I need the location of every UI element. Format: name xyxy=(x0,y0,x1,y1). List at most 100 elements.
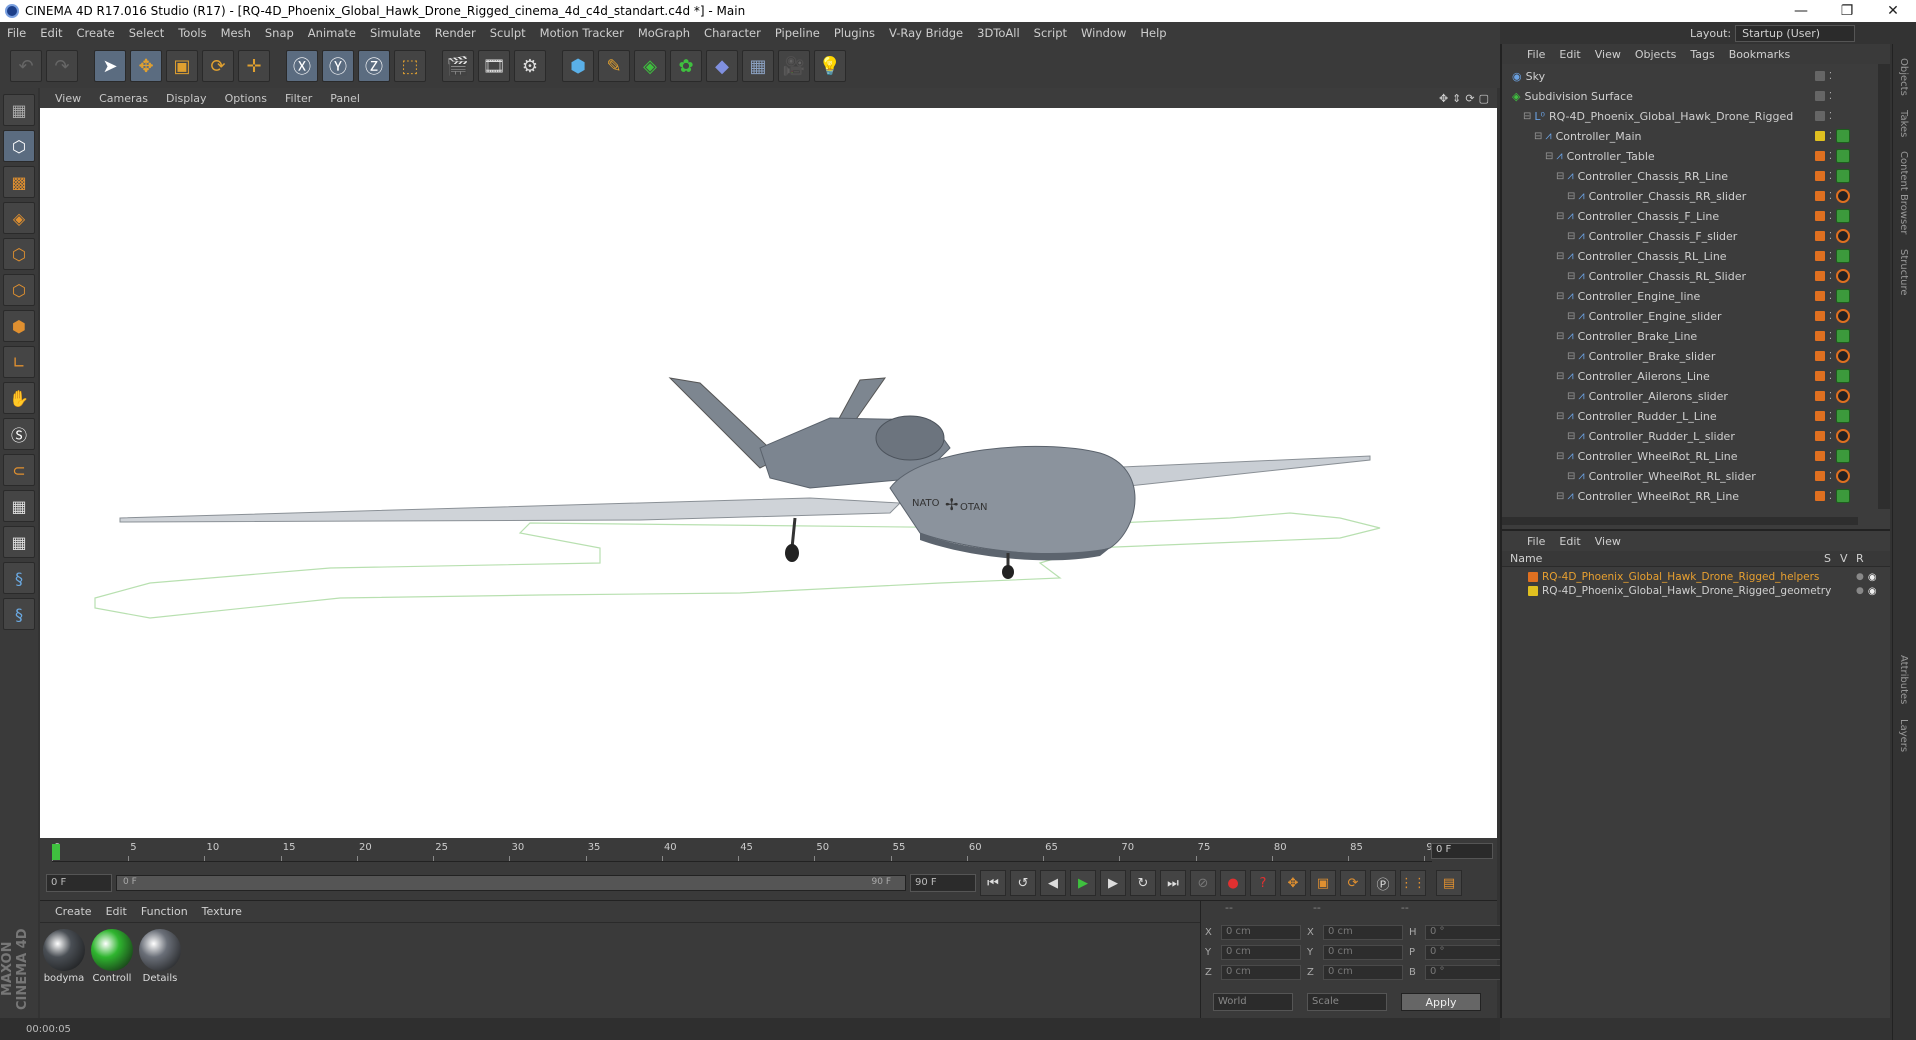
menu-character[interactable]: Character xyxy=(697,26,768,40)
menu-v-ray-bridge[interactable]: V-Ray Bridge xyxy=(882,26,970,40)
layer-menu-file[interactable]: File xyxy=(1520,535,1552,548)
tree-expand-icon[interactable]: ⊟ xyxy=(1567,431,1575,442)
object-tree-row[interactable]: ◉ Sky ⁚ xyxy=(1502,66,1858,86)
protection-tag-icon[interactable] xyxy=(1836,229,1850,243)
layer-color-swatch[interactable] xyxy=(1814,191,1825,201)
layout-value[interactable]: Startup (User) xyxy=(1735,25,1856,42)
viewport-menu-display[interactable]: Display xyxy=(157,92,216,105)
display-tag-icon[interactable] xyxy=(1836,329,1850,343)
visibility-dots-icon[interactable]: ⁚ xyxy=(1829,171,1832,182)
key-param-icon[interactable]: Ⓟ xyxy=(1370,870,1396,896)
layer-color-swatch[interactable] xyxy=(1814,251,1825,261)
light-icon[interactable]: 💡 xyxy=(814,50,846,82)
object-tree-row[interactable]: ⊟ ⩘ Controller_Brake_slider ⁚ xyxy=(1502,346,1858,366)
menu-file[interactable]: File xyxy=(0,26,33,40)
record-icon[interactable]: ● xyxy=(1220,870,1246,896)
layer-color-swatch[interactable] xyxy=(1814,471,1825,481)
tree-expand-icon[interactable]: ⊟ xyxy=(1556,451,1564,462)
tree-expand-icon[interactable]: ⊟ xyxy=(1556,291,1564,302)
protection-tag-icon[interactable] xyxy=(1836,389,1850,403)
next-key-icon[interactable]: ↻ xyxy=(1130,870,1156,896)
tree-expand-icon[interactable]: ⊟ xyxy=(1567,471,1575,482)
x-axis-icon[interactable]: Ⓧ xyxy=(286,50,318,82)
tree-expand-icon[interactable]: ⊟ xyxy=(1567,391,1575,402)
object-tree-row[interactable]: ⊟ ⩘ Controller_Engine_line ⁚ xyxy=(1502,286,1858,306)
object-tree-row[interactable]: ◈ Subdivision Surface ⁚ xyxy=(1502,86,1858,106)
layer-color-swatch[interactable] xyxy=(1814,171,1825,181)
menu-plugins[interactable]: Plugins xyxy=(827,26,882,40)
menu-sculpt[interactable]: Sculpt xyxy=(483,26,533,40)
layer-color-swatch[interactable] xyxy=(1528,572,1538,582)
side-tab-takes[interactable]: Takes xyxy=(1898,110,1909,137)
camera-icon[interactable]: 🎥 xyxy=(778,50,810,82)
play-icon[interactable]: ▶ xyxy=(1070,870,1096,896)
tree-expand-icon[interactable]: ⊟ xyxy=(1567,311,1575,322)
layer-color-swatch[interactable] xyxy=(1814,111,1825,121)
menu-window[interactable]: Window xyxy=(1074,26,1133,40)
object-tree-row[interactable]: ⊟ ⩘ Controller_Rudder_L_Line ⁚ xyxy=(1502,406,1858,426)
tree-expand-icon[interactable]: ⊟ xyxy=(1556,491,1564,502)
visibility-dots-icon[interactable]: ⁚ xyxy=(1829,271,1832,282)
apply-button[interactable]: Apply xyxy=(1401,993,1481,1011)
object-menu-bookmarks[interactable]: Bookmarks xyxy=(1722,48,1797,61)
object-tree-row[interactable]: ⊟ ⩘ Controller_Ailerons_slider ⁚ xyxy=(1502,386,1858,406)
visibility-dots-icon[interactable]: ⁚ xyxy=(1829,431,1832,442)
layer-menu-edit[interactable]: Edit xyxy=(1552,535,1587,548)
visibility-dots-icon[interactable]: ⁚ xyxy=(1829,111,1832,122)
material-swatch[interactable]: Controll xyxy=(90,929,134,984)
minimize-button[interactable]: — xyxy=(1778,3,1824,19)
visibility-dots-icon[interactable]: ⁚ xyxy=(1829,371,1832,382)
object-menu-objects[interactable]: Objects xyxy=(1628,48,1684,61)
tree-expand-icon[interactable]: ⊟ xyxy=(1556,171,1564,182)
display-tag-icon[interactable] xyxy=(1836,129,1850,143)
protection-tag-icon[interactable] xyxy=(1836,189,1850,203)
solo-dot-icon[interactable]: ● xyxy=(1856,572,1864,582)
layer-color-swatch[interactable] xyxy=(1814,391,1825,401)
close-button[interactable]: ✕ xyxy=(1870,3,1916,19)
material-menu-texture[interactable]: Texture xyxy=(195,905,249,918)
layer-color-swatch[interactable] xyxy=(1814,491,1825,501)
menu-help[interactable]: Help xyxy=(1133,26,1173,40)
3d-viewport[interactable]: NATO ✢ OTAN xyxy=(40,108,1497,838)
menu-mograph[interactable]: MoGraph xyxy=(631,26,697,40)
visibility-dots-icon[interactable]: ⁚ xyxy=(1829,91,1832,102)
coord-value-field[interactable]: 0 cm xyxy=(1221,965,1301,980)
display-tag-icon[interactable] xyxy=(1836,209,1850,223)
side-tab-attributes[interactable]: Attributes xyxy=(1898,655,1909,704)
solo-dot-icon[interactable]: ● xyxy=(1856,586,1864,596)
tree-expand-icon[interactable]: ⊟ xyxy=(1567,231,1575,242)
select-arrow-icon[interactable]: ➤ xyxy=(94,50,126,82)
layer-color-swatch[interactable] xyxy=(1814,351,1825,361)
coordinate-system-icon[interactable]: ⬚ xyxy=(394,50,426,82)
object-tree-row[interactable]: ⊟ ⩘ Controller_Chassis_RL_Slider ⁚ xyxy=(1502,266,1858,286)
object-tree-row[interactable]: ⊟ ⩘ Controller_Engine_slider ⁚ xyxy=(1502,306,1858,326)
menu-tools[interactable]: Tools xyxy=(171,26,213,40)
redo-icon[interactable]: ↷ xyxy=(46,50,78,82)
key-scale-icon[interactable]: ▣ xyxy=(1310,870,1336,896)
menu-render[interactable]: Render xyxy=(428,26,483,40)
object-tree-row[interactable]: ⊟ ⩘ Controller_Main ⁚ xyxy=(1502,126,1858,146)
menu-simulate[interactable]: Simulate xyxy=(363,26,428,40)
spline-pen-icon[interactable]: ✎ xyxy=(598,50,630,82)
visibility-dots-icon[interactable]: ⁚ xyxy=(1829,471,1832,482)
object-tree-row[interactable]: ⊟ ⩘ Controller_Table ⁚ xyxy=(1502,146,1858,166)
tree-expand-icon[interactable]: ⊟ xyxy=(1567,351,1575,362)
step-back-icon[interactable]: ◀ xyxy=(1040,870,1066,896)
object-vscrollbar[interactable] xyxy=(1878,64,1890,509)
viewport-menu-options[interactable]: Options xyxy=(216,92,276,105)
points-mode-icon[interactable]: ⬡ xyxy=(3,238,35,270)
menu-select[interactable]: Select xyxy=(122,26,171,40)
render-view-icon[interactable]: 🎬 xyxy=(442,50,474,82)
cube-primitive-icon[interactable]: ⬢ xyxy=(562,50,594,82)
subdivision-icon[interactable]: ◈ xyxy=(634,50,666,82)
object-tree-row[interactable]: ⊟ ⩘ Controller_Brake_Line ⁚ xyxy=(1502,326,1858,346)
maximize-button[interactable]: ❐ xyxy=(1824,3,1870,19)
viewport-menu-cameras[interactable]: Cameras xyxy=(90,92,157,105)
tree-expand-icon[interactable]: ⊟ xyxy=(1567,191,1575,202)
visibility-dots-icon[interactable]: ⁚ xyxy=(1829,191,1832,202)
visibility-dots-icon[interactable]: ⁚ xyxy=(1829,131,1832,142)
axis-mode-icon[interactable]: ∟ xyxy=(3,346,35,378)
visibility-dots-icon[interactable]: ⁚ xyxy=(1829,351,1832,362)
object-menu-view[interactable]: View xyxy=(1588,48,1628,61)
tree-expand-icon[interactable]: ⊟ xyxy=(1567,271,1575,282)
